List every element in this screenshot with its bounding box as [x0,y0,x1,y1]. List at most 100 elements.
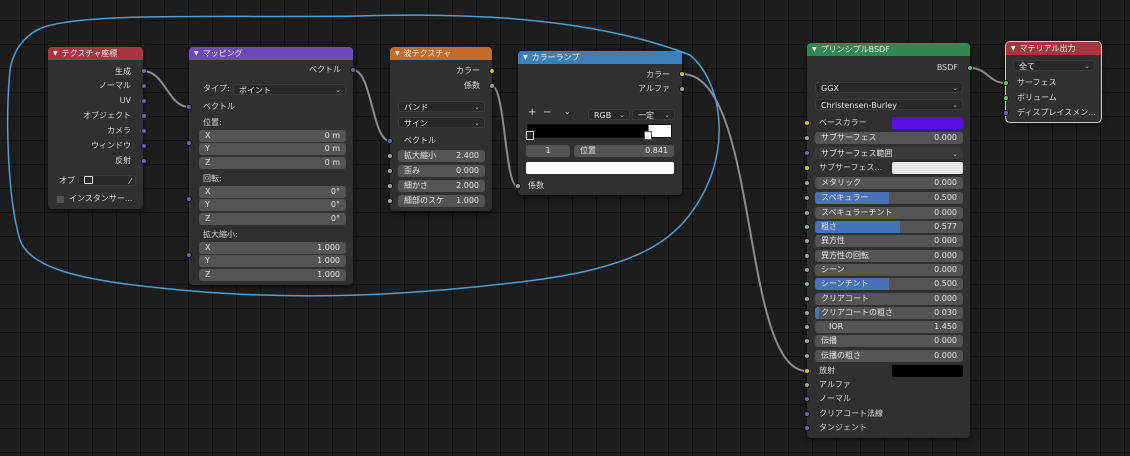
socket-texcoord-reflection[interactable] [141,158,147,164]
scale-y-field[interactable]: Y 1.000 [199,255,346,267]
texture-coordinate-node[interactable]: ▼ テクスチャ座標 生成 ノーマル UV オブジェクト カメラ ウィンドウ 反射 … [48,47,143,209]
rotation-y-field[interactable]: Y 0° [199,199,346,211]
specular-tint-field[interactable]: スペキュラーチント 0.000 [815,207,963,219]
sheen-tint-field[interactable]: シーンチント 0.500 [815,278,963,290]
socket-output-displacement[interactable] [1003,110,1009,116]
scale-x-field[interactable]: X 1.000 [199,242,346,254]
color-ramp-node[interactable]: ▼ カラーランプ カラー アルファ + − ⌄ RGB ⌄ 一定 ⌄ 1 位置 0.84… [518,51,682,195]
socket-texcoord-window[interactable] [141,143,147,149]
anisotropic-field[interactable]: 異方性 0.000 [815,235,963,247]
socket-ramp-out-alpha[interactable] [679,86,685,92]
socket-bsdf-clearcoat-roughness[interactable] [804,310,810,316]
subsurface-radius-dropdown[interactable]: サブサーフェス範囲 ⌄ [815,147,963,159]
node-header[interactable]: ▼ テクスチャ座標 [48,47,143,60]
subsurface-color-swatch[interactable] [892,162,963,174]
socket-bsdf-ior[interactable] [804,324,810,330]
socket-bsdf-transmission-roughness[interactable] [804,353,810,359]
location-y-field[interactable]: Y0 m [199,143,346,155]
link-wave-to-colorramp[interactable] [491,85,518,187]
clearcoat-roughness-field[interactable]: クリアコートの粗さ 0.030 [815,307,963,319]
socket-output-volume[interactable] [1003,95,1009,101]
wave-detail-field[interactable]: 細かさ 2.000 [398,180,485,192]
triangle-down-icon[interactable]: ▼ [1011,45,1016,52]
socket-wave-in-detail-scale[interactable] [387,198,393,204]
socket-bsdf-sheen-tint[interactable] [804,281,810,287]
from-instancer-checkbox[interactable] [57,196,64,203]
mapping-node[interactable]: ▼ マッピング ベクトル タイプ: ポイント ⌄ ベクトル 位置: X0 m Y0 … [189,47,353,285]
triangle-down-icon[interactable]: ▼ [194,50,199,57]
link-bsdf-to-output[interactable] [969,67,1007,84]
socket-wave-out-color[interactable] [489,68,495,74]
socket-bsdf-specular-tint[interactable] [804,210,810,216]
specular-field[interactable]: スペキュラー 0.500 [815,192,963,204]
socket-wave-out-fac[interactable] [489,83,495,89]
emission-color-swatch[interactable] [892,365,963,377]
socket-bsdf-base-color[interactable] [804,120,810,126]
object-field[interactable]: ⁄ [78,175,136,186]
socket-texcoord-normal[interactable] [141,83,147,89]
metallic-field[interactable]: メタリック 0.000 [815,177,963,189]
socket-texcoord-object[interactable] [141,113,147,119]
wave-scale-field[interactable]: 拡大縮小 2.400 [398,150,485,162]
socket-bsdf-metallic[interactable] [804,180,810,186]
node-header[interactable]: ▼ マテリアル出力 [1006,42,1101,55]
triangle-down-icon[interactable]: ▼ [395,50,400,57]
wave-detail-scale-field[interactable]: 細部のスケ 1.000 [398,195,485,207]
socket-bsdf-subsurface-color[interactable] [804,165,810,171]
socket-texcoord-camera[interactable] [141,128,147,134]
principled-bsdf-node[interactable]: ▼ プリンシプルBSDF BSDF GGX ⌄ Christensen-Burley… [807,43,970,438]
transmission-field[interactable]: 伝播 0.000 [815,335,963,347]
subsurface-method-dropdown[interactable]: Christensen-Burley ⌄ [815,99,963,110]
socket-bsdf-alpha[interactable] [804,382,810,388]
wave-distortion-field[interactable]: 歪み 0.000 [398,165,485,177]
wave-profile-dropdown[interactable]: サイン ⌄ [398,117,485,128]
socket-mapping-rotation[interactable] [186,196,192,202]
mapping-type-dropdown[interactable]: ポイント ⌄ [233,84,346,95]
active-stop-index-field[interactable]: 1 [526,145,570,157]
output-target-dropdown[interactable]: 全て ⌄ [1013,60,1095,71]
socket-bsdf-anisotropic-rotation[interactable] [804,253,810,259]
material-output-node[interactable]: ▼ マテリアル出力 全て ⌄ サーフェス ボリューム ディスプレイスメン... [1005,41,1102,123]
socket-wave-in-distortion[interactable] [387,168,393,174]
subsurface-field[interactable]: サブサーフェス 0.000 [815,132,963,144]
socket-mapping-out-vector[interactable] [350,67,356,73]
socket-wave-in-detail[interactable] [387,183,393,189]
socket-output-surface[interactable] [1003,80,1009,86]
triangle-down-icon[interactable]: ▼ [53,50,58,57]
socket-bsdf-anisotropic[interactable] [804,238,810,244]
base-color-swatch[interactable] [892,117,963,129]
socket-ramp-out-color[interactable] [679,71,685,77]
socket-ramp-in-fac[interactable] [515,183,521,189]
location-x-field[interactable]: X0 m [199,130,346,142]
socket-bsdf-clearcoat[interactable] [804,296,810,302]
link-colorramp-to-bsdf[interactable] [681,73,808,372]
eyedropper-icon[interactable]: ⁄ [130,176,131,187]
node-header[interactable]: ▼ カラーランプ [518,51,682,64]
ior-field[interactable]: IOR 1.450 [815,321,963,333]
wave-texture-node[interactable]: ▼ 波テクスチャ カラー 係数 バンド ⌄ サイン ⌄ ベクトル 拡大縮小 2.400 … [390,47,492,211]
socket-wave-in-scale[interactable] [387,153,393,159]
socket-bsdf-sheen[interactable] [804,267,810,273]
stop-position-field[interactable]: 位置 0.841 [574,145,674,157]
chevron-down-icon[interactable]: ⌄ [564,107,571,117]
interpolation-dropdown[interactable]: 一定 ⌄ [632,109,675,120]
transmission-roughness-field[interactable]: 伝播の粗さ 0.000 [815,350,963,362]
color-mode-dropdown[interactable]: RGB ⌄ [588,109,630,120]
socket-bsdf-transmission[interactable] [804,338,810,344]
rotation-x-field[interactable]: X 0° [199,186,346,198]
socket-mapping-location[interactable] [186,140,192,146]
node-header[interactable]: ▼ プリンシプルBSDF [807,43,970,56]
triangle-down-icon[interactable]: ▼ [523,54,528,61]
socket-bsdf-tangent[interactable] [804,425,810,431]
link-texcoord-to-mapping[interactable] [142,70,190,108]
socket-bsdf-clearcoat-normal[interactable] [804,411,810,417]
socket-bsdf-emission[interactable] [804,368,810,374]
anisotropic-rotation-field[interactable]: 異方性の回転 0.000 [815,250,963,262]
color-stop-handle-0[interactable] [526,131,534,140]
socket-bsdf-subsurface-radius[interactable] [804,150,810,156]
rotation-z-field[interactable]: Z 0° [199,213,346,225]
socket-bsdf-roughness[interactable] [804,224,810,230]
link-mapping-to-wave[interactable] [352,69,391,142]
color-stop-handle-1[interactable] [644,131,652,140]
add-stop-button[interactable]: + [528,108,536,118]
